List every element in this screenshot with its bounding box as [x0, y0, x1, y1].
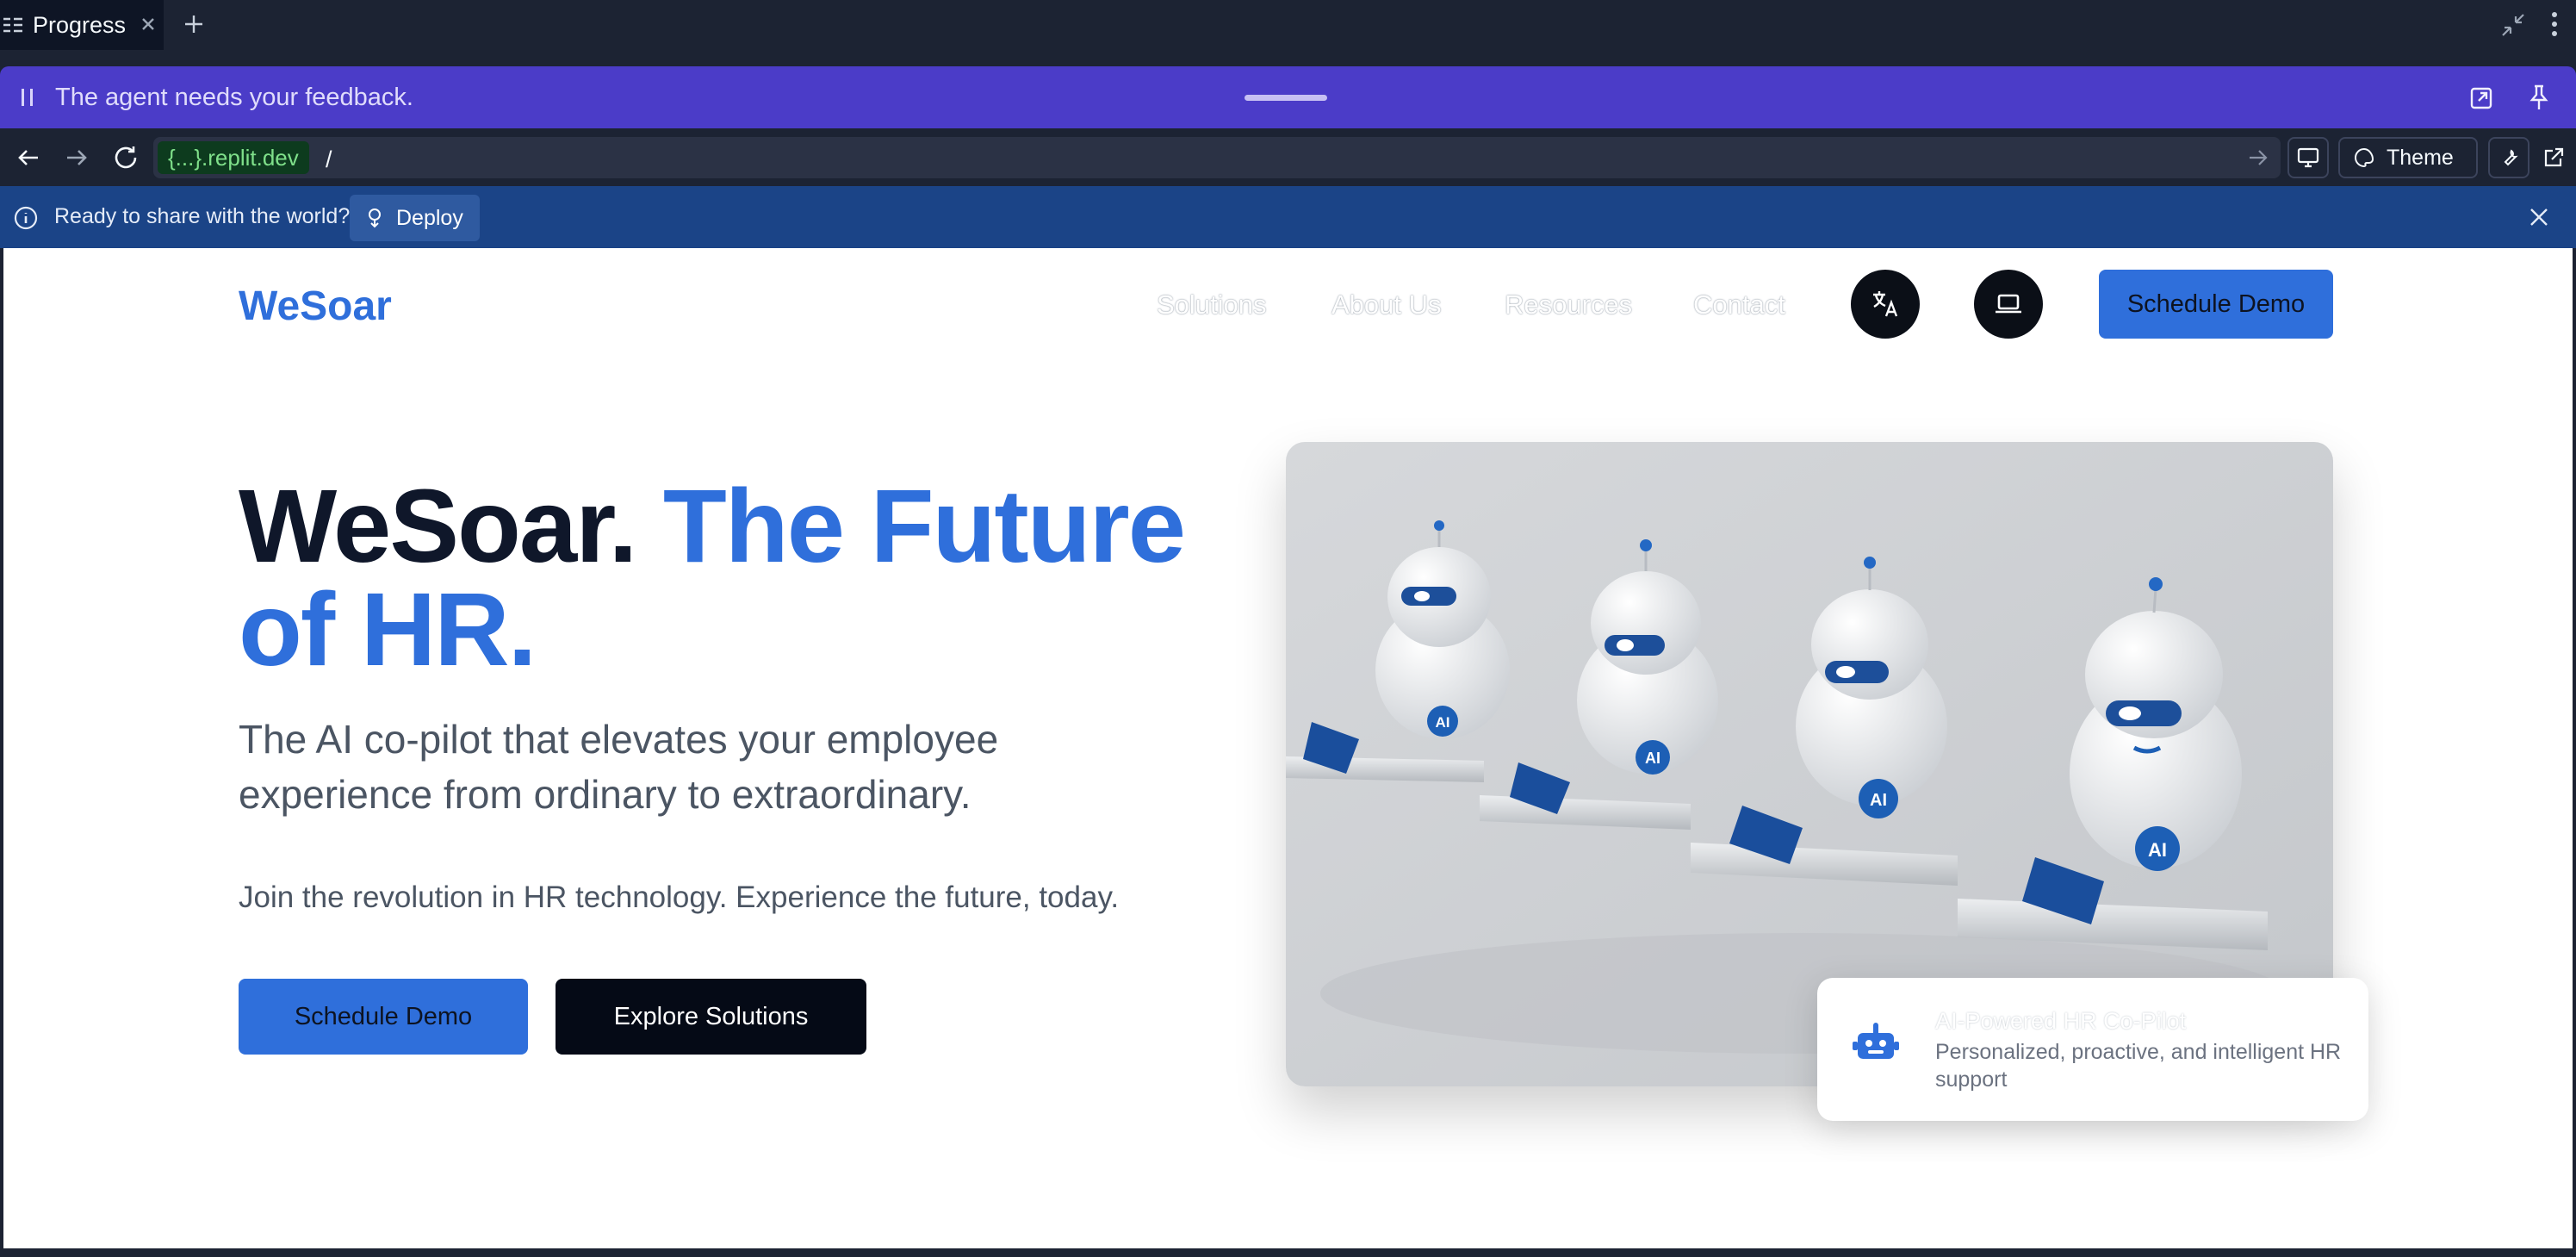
reload-icon[interactable] — [112, 144, 140, 171]
progress-icon — [2, 14, 24, 36]
language-button[interactable] — [1851, 270, 1920, 339]
pause-icon[interactable] — [19, 87, 36, 108]
feature-card-description: Personalized, proactive, and intelligent… — [1935, 1040, 2342, 1092]
tab-title: Progress — [33, 11, 127, 38]
explore-solutions-button[interactable]: Explore Solutions — [556, 979, 866, 1055]
hero-subheadline: The AI co-pilot that elevates your emplo… — [239, 717, 999, 817]
devtools-button[interactable] — [2488, 137, 2529, 178]
pin-icon[interactable] — [2526, 84, 2552, 111]
info-icon — [13, 205, 39, 231]
theme-label: Theme — [2387, 145, 2454, 170]
close-tab-icon[interactable] — [138, 14, 158, 34]
robot-badge: AI — [1436, 714, 1450, 731]
robot-badge: AI — [1870, 791, 1887, 810]
nav-about-us[interactable]: About Us — [1331, 289, 1442, 320]
translate-icon — [1868, 287, 1903, 321]
collapse-icon[interactable] — [2500, 12, 2526, 38]
forward-icon[interactable] — [64, 145, 90, 171]
nav-solutions[interactable]: Solutions — [1157, 289, 1267, 320]
agent-message: The agent needs your feedback. — [55, 84, 413, 111]
back-icon[interactable] — [16, 145, 41, 171]
popout-icon[interactable] — [2468, 85, 2494, 111]
more-options-icon[interactable] — [2549, 10, 2560, 38]
site-logo[interactable]: WeSoar — [239, 283, 392, 330]
deploy-button[interactable]: Deploy — [350, 195, 480, 241]
robot-icon — [1853, 1023, 1899, 1064]
go-arrow-icon[interactable] — [2247, 146, 2269, 169]
close-banner-icon[interactable] — [2528, 206, 2550, 228]
robot-badge: AI — [2148, 839, 2167, 861]
url-bar[interactable] — [153, 137, 2281, 178]
new-tab-icon[interactable] — [182, 12, 206, 36]
hero-headline: WeSoar. The Future of HR. — [239, 474, 1272, 681]
deploy-prompt: Ready to share with the world? — [54, 204, 351, 228]
laptop-icon — [1993, 291, 2024, 317]
hero-tagline: Join the revolution in HR technology. Ex… — [239, 881, 1120, 914]
theme-toggle-button[interactable] — [1974, 270, 2043, 339]
theme-button[interactable]: Theme — [2338, 137, 2478, 178]
device-preview-button[interactable] — [2287, 137, 2329, 178]
palette-icon — [2354, 147, 2374, 168]
deploy-label: Deploy — [396, 205, 463, 230]
monitor-icon — [2297, 147, 2319, 168]
drag-handle[interactable] — [1245, 95, 1327, 101]
nav-resources[interactable]: Resources — [1505, 289, 1632, 320]
open-external-button[interactable] — [2533, 137, 2574, 178]
robot-badge: AI — [1645, 750, 1660, 767]
schedule-demo-button[interactable]: Schedule Demo — [239, 979, 528, 1055]
headline-brand: WeSoar. — [239, 467, 663, 584]
wrench-icon — [2498, 147, 2519, 168]
external-link-icon — [2542, 146, 2565, 169]
url-path-input[interactable]: / — [326, 146, 332, 173]
url-host: {...}.replit.dev — [158, 141, 309, 174]
nav-schedule-demo-button[interactable]: Schedule Demo — [2099, 270, 2333, 339]
nav-contact[interactable]: Contact — [1693, 289, 1785, 320]
deploy-icon — [365, 208, 384, 228]
feature-card-title: AI-Powered HR Co-Pilot — [1935, 1008, 2187, 1034]
tab-bar — [0, 0, 2576, 50]
